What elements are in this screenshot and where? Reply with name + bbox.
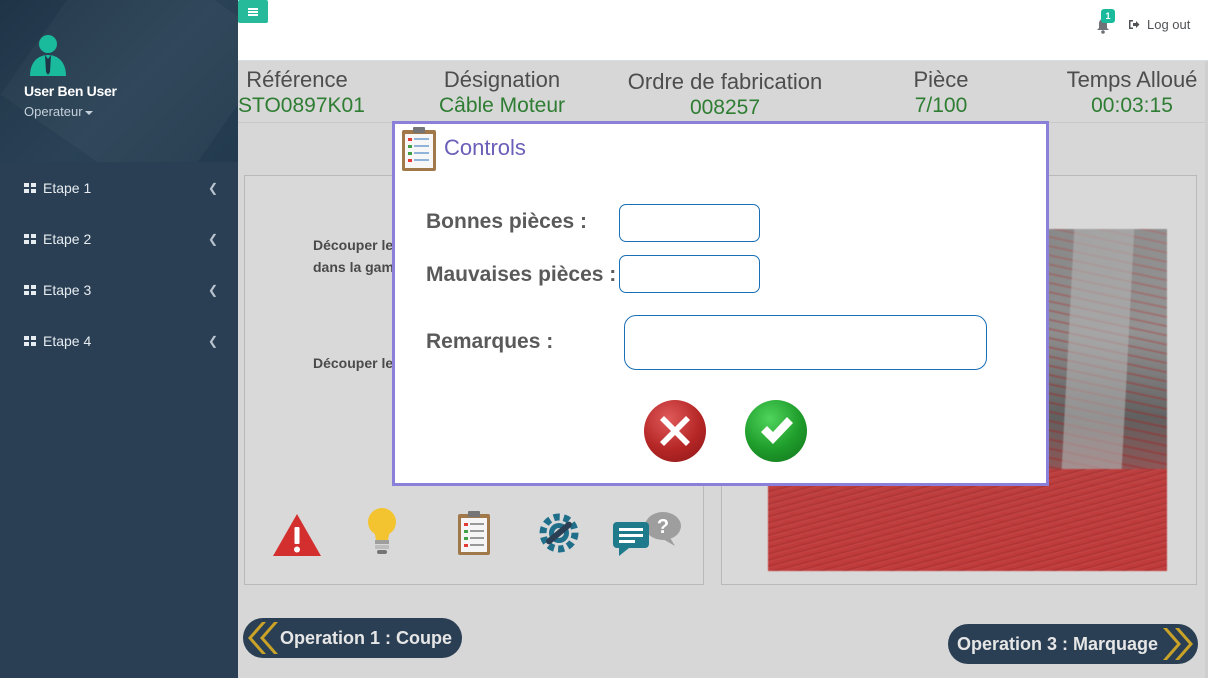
- reference-value: STO0897K01: [238, 94, 365, 117]
- settings-tools-icon[interactable]: [535, 510, 583, 556]
- grid-icon: [24, 182, 36, 193]
- confirm-button[interactable]: [745, 400, 807, 462]
- warning-icon[interactable]: [271, 512, 323, 558]
- user-role-dropdown[interactable]: Operateur: [24, 104, 93, 119]
- next-operation-button[interactable]: Operation 3 : Marquage: [948, 624, 1198, 664]
- sign-out-icon: [1129, 20, 1140, 29]
- remarques-label: Remarques :: [426, 330, 554, 353]
- close-icon: [660, 416, 690, 446]
- next-operation-label: Operation 3 : Marquage: [957, 633, 1159, 654]
- chevron-left-icon: ❮: [207, 180, 218, 195]
- logout-button[interactable]: Log out: [1128, 17, 1190, 32]
- previous-operation-label: Operation 1 : Coupe: [280, 627, 453, 648]
- remarques-input[interactable]: [624, 315, 987, 370]
- sidebar-profile: User Ben User Operateur: [0, 0, 238, 162]
- modal-title: Controls: [444, 135, 526, 160]
- info-temps: Temps Alloué 00:03:15: [1058, 67, 1206, 119]
- clipboard-checklist-icon: [402, 127, 436, 171]
- user-avatar-icon: [30, 35, 66, 76]
- temps-value: 00:03:15: [1091, 94, 1173, 117]
- sidebar-item-etape-4[interactable]: Etape 4 ❮: [0, 315, 238, 366]
- temps-label: Temps Alloué: [1066, 67, 1198, 92]
- checkmark-icon: [761, 417, 793, 444]
- previous-operation-button[interactable]: Operation 1 : Coupe: [243, 618, 462, 658]
- grid-icon: [24, 335, 36, 346]
- checklist-icon[interactable]: [457, 510, 491, 556]
- sidebar-item-etape-2[interactable]: Etape 2 ❮: [0, 213, 238, 264]
- caret-down-icon: [84, 110, 93, 115]
- info-ordre: Ordre de fabrication 008257: [616, 69, 834, 121]
- info-piece: Pièce 7/100: [898, 67, 984, 119]
- mauvaises-pieces-input[interactable]: [619, 255, 760, 293]
- sidebar: User Ben User Operateur Etape 1 ❮ Etape …: [0, 0, 238, 678]
- info-reference: Référence STO0897K01: [238, 67, 365, 119]
- user-role-label: Operateur: [24, 104, 83, 119]
- hamburger-icon: [248, 7, 258, 16]
- sidebar-item-label: Etape 4: [43, 332, 92, 349]
- double-chevron-right-icon: [1163, 628, 1193, 660]
- logout-label: Log out: [1147, 17, 1191, 32]
- bonnes-pieces-label: Bonnes pièces :: [426, 210, 588, 233]
- instruction-1-line-b: dans la gam: [313, 259, 394, 275]
- menu-toggle-button[interactable]: [238, 0, 268, 23]
- sidebar-item-etape-1[interactable]: Etape 1 ❮: [0, 162, 238, 213]
- production-info-row: Référence STO0897K01 Désignation Câble M…: [238, 61, 1208, 123]
- instruction-1: Découper le dans la gam: [313, 234, 394, 278]
- lightbulb-icon[interactable]: [365, 506, 399, 556]
- chevron-left-icon: ❮: [207, 282, 218, 297]
- reference-label: Référence: [246, 67, 348, 92]
- svg-text:?: ?: [657, 516, 669, 538]
- sidebar-item-label: Etape 1: [43, 179, 92, 196]
- bonnes-pieces-input[interactable]: [619, 204, 760, 242]
- notification-badge: 1: [1101, 9, 1115, 23]
- controls-modal: Controls Bonnes pièces : Mauvaises pièce…: [392, 121, 1049, 486]
- chevron-left-icon: ❮: [207, 333, 218, 348]
- piece-value: 7/100: [914, 94, 968, 117]
- ordre-value: 008257: [689, 96, 761, 119]
- mauvaises-pieces-label: Mauvaises pièces :: [426, 263, 617, 286]
- grid-icon: [24, 233, 36, 244]
- user-name: User Ben User: [24, 83, 117, 99]
- top-navbar: 1 Log out: [238, 0, 1208, 61]
- sidebar-nav: Etape 1 ❮ Etape 2 ❮ Etape 3 ❮ Etape 4 ❮: [0, 162, 238, 366]
- sidebar-item-label: Etape 3: [43, 281, 92, 298]
- sidebar-item-etape-3[interactable]: Etape 3 ❮: [0, 264, 238, 315]
- cancel-button[interactable]: [644, 400, 706, 462]
- double-chevron-left-icon: [248, 622, 278, 654]
- info-designation: Désignation Câble Moteur: [426, 67, 578, 119]
- instruction-1-line-a: Découper le: [313, 237, 394, 253]
- grid-icon: [24, 284, 36, 295]
- ordre-label: Ordre de fabrication: [627, 69, 823, 94]
- piece-label: Pièce: [913, 67, 969, 92]
- sidebar-item-label: Etape 2: [43, 230, 92, 247]
- designation-value: Câble Moteur: [438, 94, 566, 117]
- designation-label: Désignation: [443, 67, 561, 92]
- chat-question-icon[interactable]: ?: [611, 510, 687, 556]
- instruction-2: Découper le: [313, 355, 394, 371]
- chevron-left-icon: ❮: [207, 231, 218, 246]
